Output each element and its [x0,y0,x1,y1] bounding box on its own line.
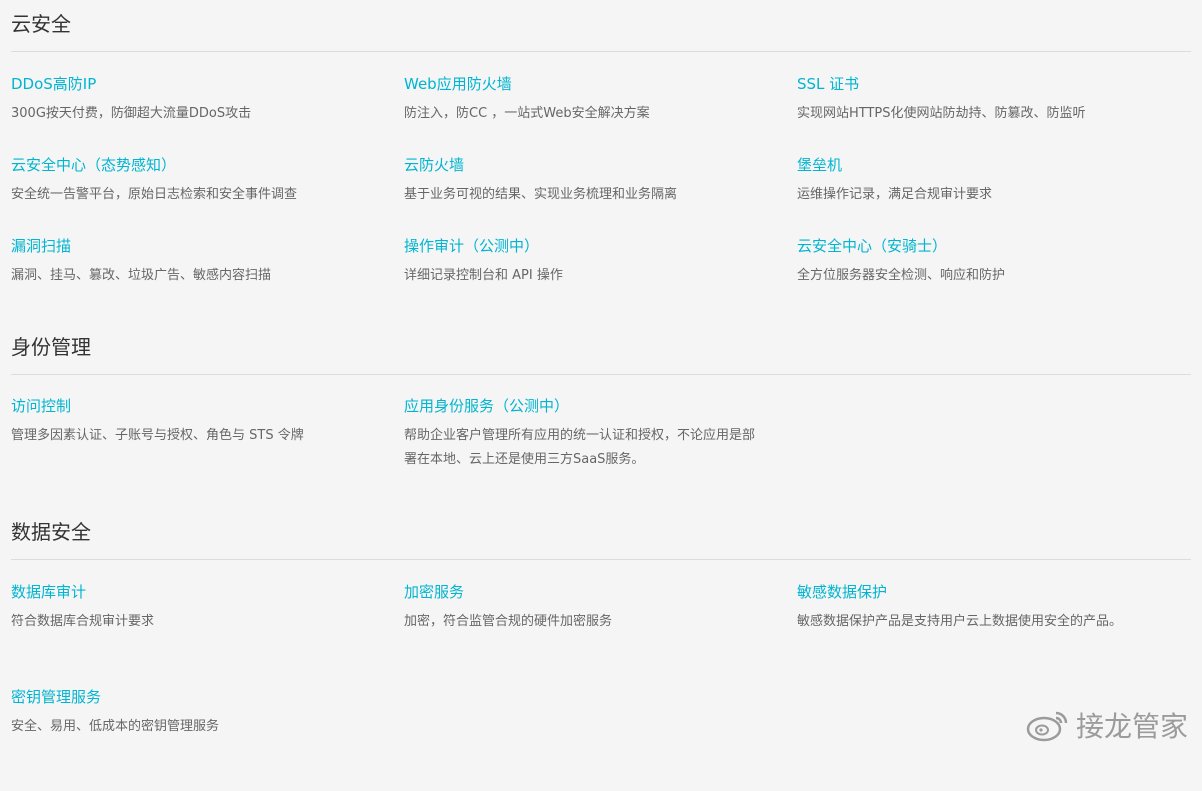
section-divider [11,374,1191,375]
product-description: 运维操作记录，满足合规审计要求 [797,187,993,202]
product-description: 帮助企业客户管理所有应用的统一认证和授权，不论应用是部署在本地、云上还是使用三方… [404,428,756,467]
watermark-text: 接龙管家 [1075,710,1188,743]
product-item: 访问控制 管理多因素认证、子账号与授权、角色与 STS 令牌 [11,395,404,472]
product-link-vuln-scan[interactable]: 漏洞扫描 [11,235,71,257]
product-description: 详细记录控制台和 API 操作 [404,268,563,283]
product-item: SSL 证书 实现网站HTTPS化使网站防劫持、防篡改、防监听 [797,73,1191,154]
section-title: 数据安全 [11,520,91,544]
section-divider [11,559,1191,560]
product-item: DDoS高防IP 300G按天付费，防御超大流量DDoS攻击 [11,73,404,154]
product-description: 漏洞、挂马、篡改、垃圾广告、敏感内容扫描 [11,268,272,283]
product-item: 云防火墙 基于业务可视的结果、实现业务梳理和业务隔离 [404,154,797,235]
product-description: 加密，符合监管合规的硬件加密服务 [404,614,613,629]
product-link-encryption-service[interactable]: 加密服务 [404,581,464,603]
product-link-identity-service[interactable]: 应用身份服务（公测中） [404,395,569,417]
product-description: 敏感数据保护产品是支持用户云上数据使用安全的产品。 [797,614,1123,629]
product-description: 管理多因素认证、子账号与授权、角色与 STS 令牌 [11,428,304,443]
product-link-ssl-cert[interactable]: SSL 证书 [797,73,859,95]
product-item: 加密服务 加密，符合监管合规的硬件加密服务 [404,581,797,686]
product-link-kms[interactable]: 密钥管理服务 [11,686,101,708]
product-link-ddos-ip[interactable]: DDoS高防IP [11,73,96,95]
product-description: 实现网站HTTPS化使网站防劫持、防篡改、防监听 [797,106,1086,121]
product-link-action-trail[interactable]: 操作审计（公测中） [404,235,539,257]
product-description: 符合数据库合规审计要求 [11,614,155,629]
section-divider [11,51,1191,52]
watermark: 接龙管家 [1026,705,1188,745]
product-description: 基于业务可视的结果、实现业务梳理和业务隔离 [404,187,678,202]
product-item: 操作审计（公测中） 详细记录控制台和 API 操作 [404,235,797,316]
product-link-cloud-firewall[interactable]: 云防火墙 [404,154,464,176]
product-description: 安全、易用、低成本的密钥管理服务 [11,719,220,734]
product-catalog: 云安全 DDoS高防IP 300G按天付费，防御超大流量DDoS攻击 Web应用… [11,0,1191,734]
product-item: 堡垒机 运维操作记录，满足合规审计要求 [797,154,1191,235]
product-item: 敏感数据保护 敏感数据保护产品是支持用户云上数据使用安全的产品。 [797,581,1191,686]
product-grid: DDoS高防IP 300G按天付费，防御超大流量DDoS攻击 Web应用防火墙 … [11,73,1191,316]
product-description: 安全统一告警平台，原始日志检索和安全事件调查 [11,187,298,202]
product-link-bastion-host[interactable]: 堡垒机 [797,154,842,176]
product-link-waf[interactable]: Web应用防火墙 [404,73,512,95]
section-title: 云安全 [11,12,71,36]
product-item: 漏洞扫描 漏洞、挂马、篡改、垃圾广告、敏感内容扫描 [11,235,404,316]
section-title: 身份管理 [11,335,91,359]
section-cloud-security: 云安全 DDoS高防IP 300G按天付费，防御超大流量DDoS攻击 Web应用… [11,10,1191,316]
product-link-security-center-situation[interactable]: 云安全中心（态势感知） [11,154,176,176]
product-grid: 数据库审计 符合数据库合规审计要求 加密服务 加密，符合监管合规的硬件加密服务 … [11,581,1191,791]
product-description: 全方位服务器安全检测、响应和防护 [797,268,1006,283]
section-identity-management: 身份管理 访问控制 管理多因素认证、子账号与授权、角色与 STS 令牌 应用身份… [11,333,1191,472]
product-item: Web应用防火墙 防注入，防CC ，一站式Web安全解决方案 [404,73,797,154]
product-link-access-control[interactable]: 访问控制 [11,395,71,417]
product-description: 防注入，防CC ，一站式Web安全解决方案 [404,106,650,121]
weibo-logo-icon [1026,707,1070,743]
product-link-db-audit[interactable]: 数据库审计 [11,581,86,603]
product-grid: 访问控制 管理多因素认证、子账号与授权、角色与 STS 令牌 应用身份服务（公测… [11,395,1191,472]
product-description: 300G按天付费，防御超大流量DDoS攻击 [11,106,252,121]
product-item: 密钥管理服务 安全、易用、低成本的密钥管理服务 [11,686,404,791]
section-data-security: 数据安全 数据库审计 符合数据库合规审计要求 加密服务 加密，符合监管合规的硬件… [11,518,1191,791]
product-item: 应用身份服务（公测中） 帮助企业客户管理所有应用的统一认证和授权，不论应用是部署… [404,395,797,472]
product-item: 云安全中心（安骑士） 全方位服务器安全检测、响应和防护 [797,235,1191,316]
product-link-sensitive-data-protection[interactable]: 敏感数据保护 [797,581,887,603]
product-item: 数据库审计 符合数据库合规审计要求 [11,581,404,686]
product-link-security-center-aegis[interactable]: 云安全中心（安骑士） [797,235,947,257]
product-item: 云安全中心（态势感知） 安全统一告警平台，原始日志检索和安全事件调查 [11,154,404,235]
